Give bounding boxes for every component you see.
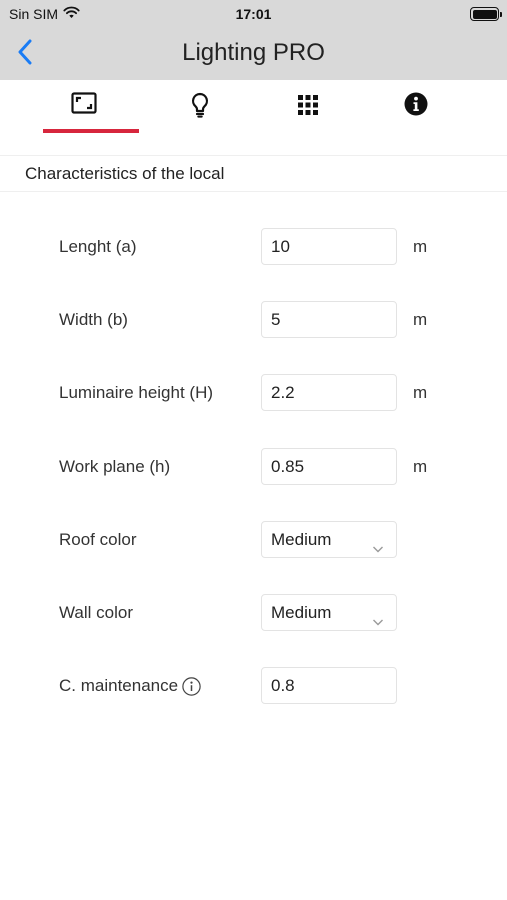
chevron-down-icon (372, 605, 384, 640)
luminaire-height-row: Luminaire height (H) 2.2 m (0, 374, 507, 412)
width-input[interactable]: 5 (261, 301, 397, 338)
luminaire-height-input[interactable]: 2.2 (261, 374, 397, 411)
tab-grid[interactable] (253, 80, 363, 136)
length-unit: m (413, 237, 428, 256)
roof-color-select[interactable]: Medium (261, 521, 397, 558)
length-row: Lenght (a) 10 m (0, 228, 507, 266)
work-plane-label: Work plane (h) (59, 457, 171, 476)
maintenance-input[interactable]: 0.8 (261, 667, 397, 704)
active-tab-indicator (43, 129, 139, 133)
maintenance-label: C. maintenance (59, 676, 179, 695)
tab-info[interactable] (361, 80, 471, 136)
grid-icon (298, 92, 318, 136)
wall-color-row: Wall color Medium (0, 594, 507, 632)
wall-color-label: Wall color (59, 603, 133, 622)
maintenance-row: C. maintenance 0.8 (0, 667, 507, 705)
navigation-bar: Lighting PRO (0, 30, 507, 80)
width-unit: m (413, 310, 428, 329)
tab-room-dimensions[interactable] (29, 80, 139, 136)
wall-color-value: Medium (271, 603, 332, 622)
width-row: Width (b) 5 m (0, 301, 507, 339)
tab-lighting[interactable] (145, 80, 255, 136)
length-label: Lenght (a) (59, 237, 137, 256)
length-input[interactable]: 10 (261, 228, 397, 265)
lightbulb-icon (191, 92, 209, 136)
status-bar: Sin SIM 17:01 (0, 0, 507, 30)
work-plane-unit: m (413, 457, 428, 476)
luminaire-height-unit: m (413, 383, 428, 402)
width-label: Width (b) (59, 310, 128, 329)
roof-color-value: Medium (271, 530, 332, 549)
work-plane-input[interactable]: 0.85 (261, 448, 397, 485)
info-circle-icon[interactable] (182, 676, 201, 696)
chevron-down-icon (372, 532, 384, 567)
roof-color-label: Roof color (59, 530, 137, 549)
maintenance-label-group: C. maintenance (59, 676, 201, 696)
battery-icon (470, 7, 502, 21)
top-bar: Sin SIM 17:01 Lighting PRO (0, 0, 507, 80)
info-icon (404, 92, 428, 136)
wall-color-select[interactable]: Medium (261, 594, 397, 631)
tab-bar (0, 80, 507, 136)
work-plane-row: Work plane (h) 0.85 m (0, 448, 507, 486)
clock: 17:01 (235, 6, 272, 22)
luminaire-height-label: Luminaire height (H) (59, 383, 214, 402)
page-title: Lighting PRO (182, 39, 325, 66)
section-title: Characteristics of the local (0, 155, 507, 192)
roof-color-row: Roof color Medium (0, 521, 507, 559)
